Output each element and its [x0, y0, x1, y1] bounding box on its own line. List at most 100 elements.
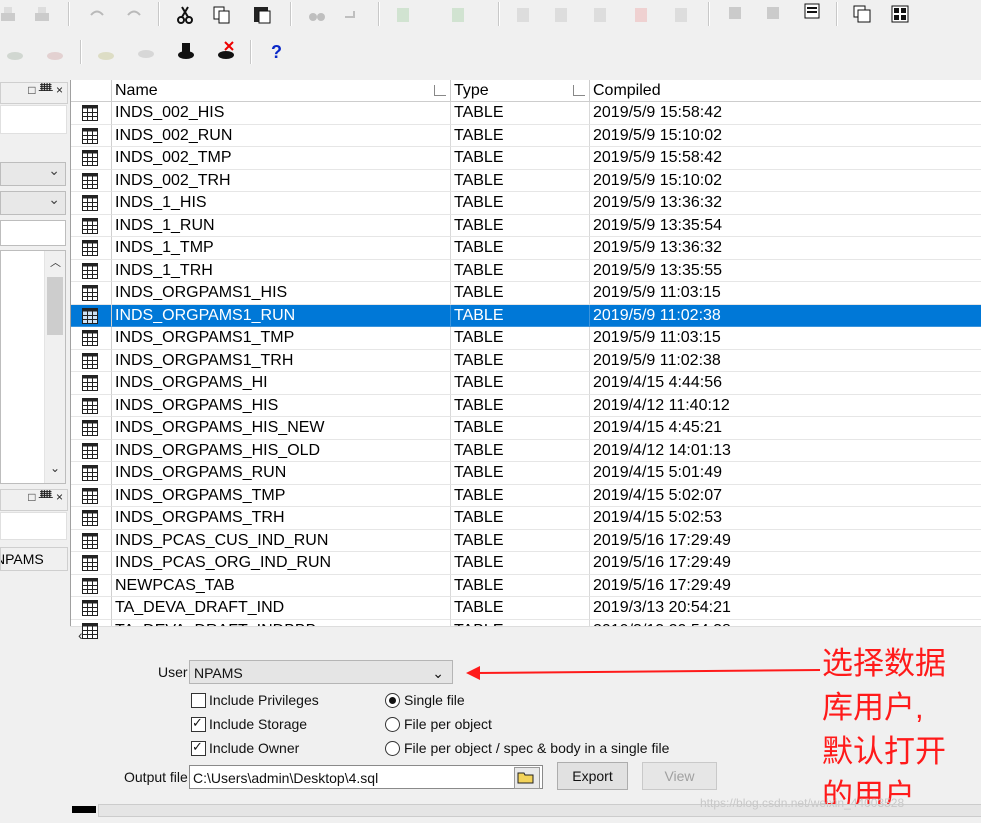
cut-icon[interactable]	[175, 5, 195, 25]
compiled-column-header[interactable]: Compiled	[590, 80, 981, 101]
name-column-header[interactable]: Name	[112, 80, 451, 101]
table-row[interactable]: INDS_ORGPAMS_HI TABLE 2019/4/15 4:44:56	[71, 372, 981, 395]
single-file-radio[interactable]	[385, 693, 400, 708]
toolbar-separator	[498, 2, 500, 26]
progress-indicator	[72, 806, 96, 813]
table-row[interactable]: INDS_ORGPAMS_TRH TABLE 2019/4/15 5:02:53	[71, 507, 981, 530]
table-row[interactable]: INDS_1_HIS TABLE 2019/5/9 13:36:32	[71, 192, 981, 215]
user-select[interactable]: NPAMS ⌄	[189, 660, 453, 684]
type-column-header[interactable]: Type	[451, 80, 590, 101]
file-per-object-radio[interactable]	[385, 717, 400, 732]
compiled-cell: 2019/5/9 13:35:54	[590, 215, 981, 237]
format-icon[interactable]	[514, 5, 534, 25]
browse-folder-button[interactable]	[514, 767, 540, 789]
scroll-up-icon[interactable]: ︿	[50, 254, 61, 270]
table-row[interactable]: INDS_ORGPAMS_HIS TABLE 2019/4/12 11:40:12	[71, 394, 981, 417]
vertical-scrollbar[interactable]: ︿ ⌄	[44, 251, 65, 483]
pane-controls[interactable]: □ ᚙ ×	[28, 83, 63, 97]
search-field[interactable]	[0, 220, 66, 246]
table-row[interactable]: INDS_1_TRH TABLE 2019/5/9 13:35:55	[71, 259, 981, 282]
indent-right-icon[interactable]	[449, 5, 469, 25]
table-row[interactable]: INDS_ORGPAMS_TMP TABLE 2019/4/15 5:02:07	[71, 484, 981, 507]
table-row[interactable]: INDS_ORGPAMS_HIS_NEW TABLE 2019/4/15 4:45:…	[71, 417, 981, 440]
table-row[interactable]: INDS_ORGPAMS1_RUN TABLE 2019/5/9 11:02:38	[71, 304, 981, 327]
compiled-cell: 2019/5/16 17:29:49	[590, 530, 981, 552]
left-panel: □ ᚙ × ︿ ⌄ □ ᚙ × NPAMS	[0, 74, 68, 649]
undo-icon[interactable]	[87, 5, 107, 25]
help-icon[interactable]: ?	[271, 42, 282, 63]
table-row[interactable]: INDS_ORGPAMS1_TMP TABLE 2019/5/9 11:03:15	[71, 327, 981, 350]
comment-icon[interactable]	[552, 5, 572, 25]
single-file-label: Single file	[404, 692, 465, 708]
type-cell: TABLE	[451, 394, 590, 417]
object-list[interactable]: ︿ ⌄	[0, 250, 66, 484]
table-row[interactable]: INDS_002_HIS TABLE 2019/5/9 15:58:42	[71, 102, 981, 125]
find-icon[interactable]	[307, 5, 327, 25]
compiled-cell: 2019/5/9 11:03:15	[590, 327, 981, 350]
connect-db-icon[interactable]	[176, 40, 196, 60]
name-cell: INDS_1_RUN	[112, 214, 451, 237]
object-grid[interactable]: Name Type Compiled INDS_002_HIS TABLE 2019…	[70, 80, 981, 646]
import-icon[interactable]	[5, 42, 25, 62]
table-row[interactable]: NEWPCAS_TAB TABLE 2019/5/16 17:29:49	[71, 574, 981, 597]
include-storage-checkbox[interactable]	[191, 715, 206, 732]
include-owner-checkbox[interactable]	[191, 739, 206, 756]
pane-controls-2[interactable]: □ ᚙ ×	[28, 490, 63, 504]
indent-left-icon[interactable]	[394, 5, 414, 25]
paste-icon[interactable]	[252, 4, 272, 24]
name-cell: INDS_PCAS_CUS_IND_RUN	[112, 529, 451, 552]
annotation-text: 选择数据 库用户, 默认打开 的用户	[822, 642, 972, 818]
filter-box[interactable]	[0, 105, 67, 134]
output-file-field[interactable]: C:\Users\admin\Desktop\4.sql	[189, 765, 543, 789]
table-row[interactable]: INDS_PCAS_ORG_IND_RUN TABLE 2019/5/16 17:2…	[71, 552, 981, 575]
table-row[interactable]: INDS_ORGPAMS1_HIS TABLE 2019/5/9 11:03:15	[71, 282, 981, 305]
redo-icon[interactable]	[124, 5, 144, 25]
uncomment-icon[interactable]	[591, 5, 611, 25]
window-tile-icon[interactable]	[726, 4, 746, 24]
grid-layout-icon[interactable]	[890, 4, 910, 24]
table-row[interactable]: INDS_002_TMP TABLE 2019/5/9 15:58:42	[71, 147, 981, 170]
table-row[interactable]: INDS_1_TMP TABLE 2019/5/9 13:36:32	[71, 237, 981, 260]
export-button[interactable]: Export	[557, 762, 628, 790]
compiled-cell: 2019/4/12 11:40:12	[590, 395, 981, 417]
tile-windows-icon[interactable]	[852, 4, 872, 24]
object-type-select[interactable]	[0, 162, 66, 186]
print-preview-icon[interactable]	[33, 5, 53, 25]
table-row[interactable]: INDS_1_RUN TABLE 2019/5/9 13:35:54	[71, 214, 981, 237]
window-list-icon[interactable]	[802, 2, 822, 22]
table-icon	[82, 105, 98, 121]
scroll-down-icon[interactable]: ⌄	[50, 461, 60, 475]
toolbar-separator	[80, 40, 82, 64]
disconnect-db-icon[interactable]	[216, 40, 236, 60]
name-cell: NEWPCAS_TAB	[112, 574, 451, 597]
unblock-icon[interactable]	[672, 5, 692, 25]
compiled-cell: 2019/4/15 5:01:49	[590, 462, 981, 485]
print-icon[interactable]	[0, 5, 20, 25]
user-select-value: NPAMS	[194, 665, 243, 681]
table-row[interactable]: INDS_ORGPAMS_HIS_OLD TABLE 2019/4/12 14:01…	[71, 439, 981, 462]
type-cell: TABLE	[451, 304, 590, 327]
replace-icon[interactable]	[342, 5, 362, 25]
window-cascade-icon[interactable]	[764, 4, 784, 24]
table-row[interactable]: INDS_PCAS_CUS_IND_RUN TABLE 2019/5/16 17:2…	[71, 529, 981, 552]
user-filter-box[interactable]	[0, 512, 67, 540]
table-row[interactable]: INDS_ORGPAMS_RUN TABLE 2019/4/15 5:01:49	[71, 462, 981, 485]
type-cell: TABLE	[451, 124, 590, 147]
sql-export-icon[interactable]	[136, 40, 156, 60]
type-cell: TABLE	[451, 484, 590, 507]
sql-import-icon[interactable]	[96, 42, 116, 62]
block-icon[interactable]	[632, 5, 652, 25]
table-row[interactable]: TA_DEVA_DRAFT_IND TABLE 2019/3/13 20:54:21	[71, 597, 981, 620]
scroll-thumb[interactable]	[47, 277, 63, 335]
include-privileges-checkbox[interactable]	[191, 693, 206, 708]
table-icon	[82, 487, 98, 504]
owner-select[interactable]	[0, 191, 66, 215]
file-per-object-spec-radio[interactable]	[385, 741, 400, 756]
table-icon	[82, 217, 98, 234]
table-row[interactable]: INDS_ORGPAMS1_TRH TABLE 2019/5/9 11:02:38	[71, 349, 981, 372]
copy-icon[interactable]	[212, 5, 232, 25]
table-row[interactable]: INDS_002_TRH TABLE 2019/5/9 15:10:02	[71, 169, 981, 192]
export-db-icon[interactable]	[45, 42, 65, 62]
view-button[interactable]: View	[642, 762, 717, 790]
table-row[interactable]: INDS_002_RUN TABLE 2019/5/9 15:10:02	[71, 124, 981, 147]
